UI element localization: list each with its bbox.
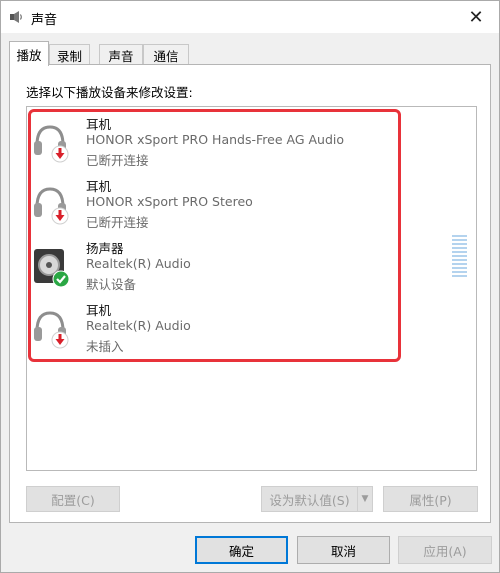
device-list[interactable]: 耳机 HONOR xSport PRO Hands-Free AG Audio … [26,106,477,471]
headphones-icon [34,187,69,225]
apply-button[interactable]: 应用(A) [398,536,492,564]
cancel-button-label: 取消 [330,543,356,559]
headphones-icon [34,311,69,349]
device-status: 已断开连接 [86,153,149,168]
properties-button-label: 属性(P) [409,492,452,508]
device-description: Realtek(R) Audio [86,318,191,333]
window-title: 声音 [31,13,58,28]
configure-button-label: 配置(C) [51,492,95,508]
close-icon: ✕ [468,6,484,28]
instruction-text: 选择以下播放设备来修改设置: [26,85,193,100]
chevron-down-icon: ▼ [361,494,369,504]
list-item[interactable]: 耳机 HONOR xSport PRO Hands-Free AG Audio … [32,113,392,169]
tab-sounds-label: 声音 [108,48,134,64]
device-status: 未插入 [86,339,124,354]
device-name: 耳机 [86,117,112,132]
sound-dialog: 声音 ✕ 播放 录制 声音 通信 选择以下播放设备来修改设置: 耳机 HONOR… [0,0,500,573]
properties-button[interactable]: 属性(P) [383,486,478,512]
apply-button-label: 应用(A) [423,543,467,559]
tab-recording[interactable]: 录制 [49,44,90,65]
device-description: Realtek(R) Audio [86,256,191,271]
tab-communications-label: 通信 [153,48,179,64]
device-status: 默认设备 [86,277,137,292]
set-default-button-label: 设为默认值(S) [269,492,350,508]
device-name: 耳机 [86,303,112,318]
device-description: HONOR xSport PRO Hands-Free AG Audio [86,132,345,147]
headphones-icon [34,125,69,163]
device-name: 耳机 [86,179,112,194]
close-button[interactable]: ✕ [453,1,499,33]
configure-button[interactable]: 配置(C) [26,486,120,512]
list-item[interactable]: 耳机 Realtek(R) Audio 未插入 [32,299,392,355]
set-default-button[interactable]: 设为默认值(S) [261,486,358,512]
speaker-app-icon [10,11,22,23]
title-bar: 声音 ✕ [1,1,499,33]
device-description: HONOR xSport PRO Stereo [86,194,253,209]
device-name: 扬声器 [86,241,124,256]
cancel-button[interactable]: 取消 [297,536,390,564]
tab-recording-label: 录制 [56,48,82,64]
set-default-dropdown[interactable]: ▼ [357,486,373,512]
ok-button-label: 确定 [228,543,254,559]
volume-level-meter [452,235,467,277]
tab-communications[interactable]: 通信 [143,44,189,65]
default-check-icon [52,270,70,288]
tab-playback-label: 播放 [16,47,42,63]
list-item[interactable]: 扬声器 Realtek(R) Audio 默认设备 [32,237,392,293]
playback-panel: 选择以下播放设备来修改设置: 耳机 HONOR xSport PRO Hands… [9,64,491,523]
tab-playback[interactable]: 播放 [9,41,49,66]
tab-sounds[interactable]: 声音 [99,44,143,65]
ok-button[interactable]: 确定 [195,536,288,564]
speaker-icon [34,249,70,288]
device-status: 已断开连接 [86,215,149,230]
list-item[interactable]: 耳机 HONOR xSport PRO Stereo 已断开连接 [32,175,392,231]
